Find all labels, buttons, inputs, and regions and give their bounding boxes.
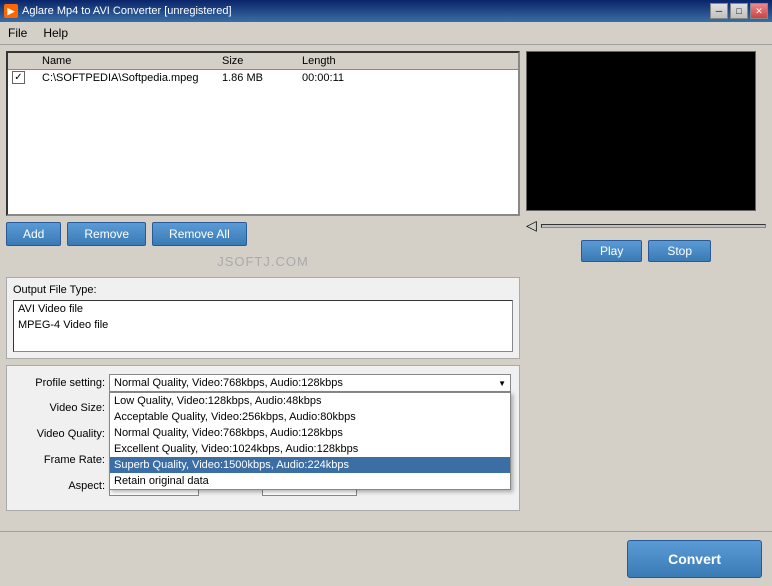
table-row[interactable]: ✓ C:\SOFTPEDIA\Softpedia.mpeg 1.86 MB 00… xyxy=(8,70,518,85)
profile-option-5[interactable]: Retain original data xyxy=(110,473,510,489)
minimize-button[interactable]: ─ xyxy=(710,3,728,19)
playback-slider[interactable] xyxy=(541,224,766,228)
stop-button[interactable]: Stop xyxy=(648,240,711,262)
profile-dropdown-menu: Low Quality, Video:128kbps, Audio:48kbps… xyxy=(109,392,511,490)
profile-dropdown-btn[interactable]: Normal Quality, Video:768kbps, Audio:128… xyxy=(109,374,511,392)
menu-help[interactable]: Help xyxy=(35,24,76,42)
row-check[interactable]: ✓ xyxy=(8,71,38,84)
output-list: AVI Video file MPEG-4 Video file xyxy=(13,300,513,352)
settings-panel: ©WWW.WebSoftJ.CoM Profile setting: Norma… xyxy=(6,365,520,511)
col-header-size: Size xyxy=(218,55,298,67)
play-button[interactable]: Play xyxy=(581,240,642,262)
row-length: 00:00:11 xyxy=(298,72,398,84)
row-name: C:\SOFTPEDIA\Softpedia.mpeg xyxy=(38,72,218,84)
col-header-name: Name xyxy=(38,55,218,67)
slider-container: ◁ xyxy=(526,215,766,236)
playback-buttons: Play Stop xyxy=(526,240,766,262)
title-bar-text: ▶ Aglare Mp4 to AVI Converter [unregiste… xyxy=(4,4,232,18)
profile-label: Profile setting: xyxy=(15,377,105,389)
window-controls: ─ □ ✕ xyxy=(710,3,768,19)
frame-rate-label: Frame Rate: xyxy=(15,454,105,466)
app-icon: ▶ xyxy=(4,4,18,18)
remove-button[interactable]: Remove xyxy=(67,222,146,246)
title-bar: ▶ Aglare Mp4 to AVI Converter [unregiste… xyxy=(0,0,772,22)
col-header-check xyxy=(8,55,38,67)
col-header-length: Length xyxy=(298,55,398,67)
left-panel: Name Size Length ✓ C:\SOFTPEDIA\Softpedi… xyxy=(6,51,520,511)
table-header: Name Size Length xyxy=(8,53,518,70)
profile-setting-row: Profile setting: Normal Quality, Video:7… xyxy=(15,374,511,392)
video-preview xyxy=(526,51,756,211)
profile-option-3[interactable]: Excellent Quality, Video:1024kbps, Audio… xyxy=(110,441,510,457)
slider-left-icon: ◁ xyxy=(526,217,537,234)
add-button[interactable]: Add xyxy=(6,222,61,246)
profile-dropdown-container: Normal Quality, Video:768kbps, Audio:128… xyxy=(109,374,511,392)
file-table: Name Size Length ✓ C:\SOFTPEDIA\Softpedi… xyxy=(6,51,520,216)
convert-button[interactable]: Convert xyxy=(627,540,762,578)
aspect-label: Aspect: xyxy=(15,480,105,492)
output-label: Output File Type: xyxy=(13,284,513,296)
menu-file[interactable]: File xyxy=(0,24,35,42)
profile-value: Normal Quality, Video:768kbps, Audio:128… xyxy=(114,377,343,389)
output-option-avi[interactable]: AVI Video file xyxy=(14,301,512,317)
row-size: 1.86 MB xyxy=(218,72,298,84)
bottom-bar: Convert xyxy=(0,531,772,586)
profile-option-0[interactable]: Low Quality, Video:128kbps, Audio:48kbps xyxy=(110,393,510,409)
close-button[interactable]: ✕ xyxy=(750,3,768,19)
profile-option-2[interactable]: Normal Quality, Video:768kbps, Audio:128… xyxy=(110,425,510,441)
video-size-label: Video Size: xyxy=(15,402,105,414)
watermark1: JSOFTJ.COM xyxy=(6,254,520,269)
action-buttons: Add Remove Remove All xyxy=(6,222,520,246)
output-option-mpeg4[interactable]: MPEG-4 Video file xyxy=(14,317,512,333)
profile-option-4[interactable]: Superb Quality, Video:1500kbps, Audio:22… xyxy=(110,457,510,473)
video-quality-label: Video Quality: xyxy=(15,428,105,440)
checkbox[interactable]: ✓ xyxy=(12,71,25,84)
dropdown-arrow-icon: ▼ xyxy=(498,379,506,388)
remove-all-button[interactable]: Remove All xyxy=(152,222,247,246)
maximize-button[interactable]: □ xyxy=(730,3,748,19)
menu-bar: File Help xyxy=(0,22,772,45)
profile-option-1[interactable]: Acceptable Quality, Video:256kbps, Audio… xyxy=(110,409,510,425)
app-title: Aglare Mp4 to AVI Converter [unregistere… xyxy=(22,5,232,17)
output-section: Output File Type: AVI Video file MPEG-4 … xyxy=(6,277,520,359)
right-panel: ◁ Play Stop xyxy=(526,51,766,511)
